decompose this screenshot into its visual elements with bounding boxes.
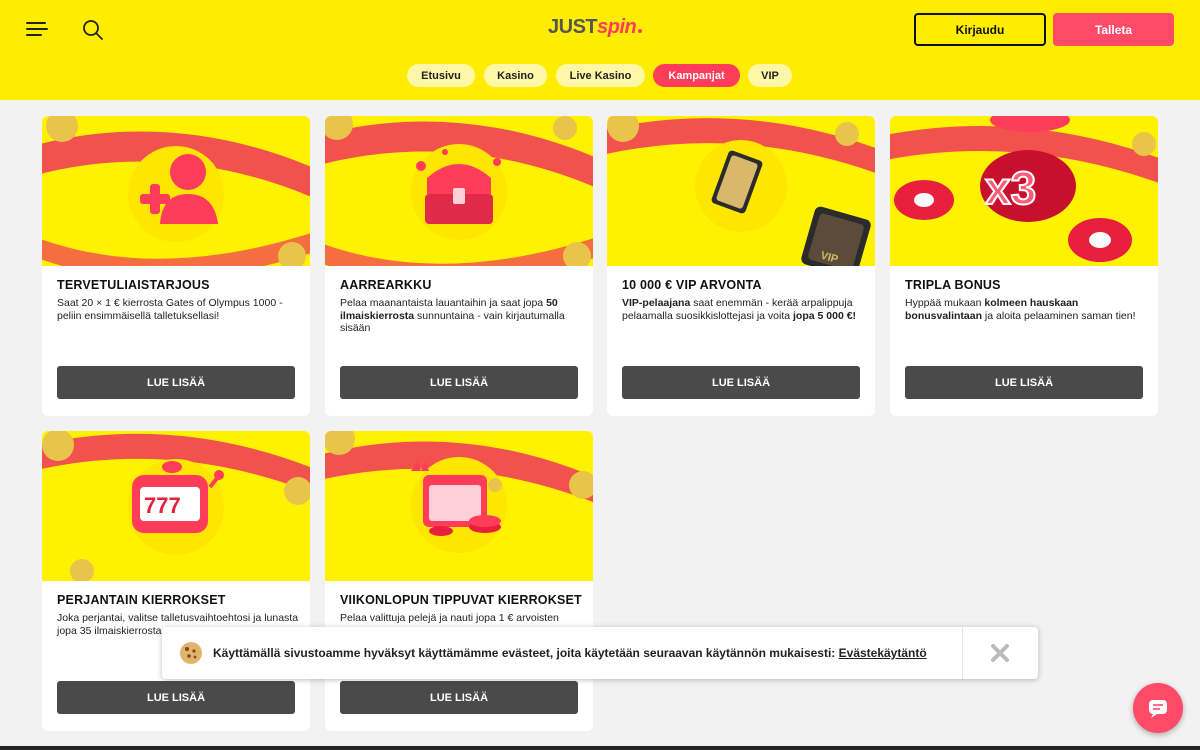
promo-description-part: ja aloita pelaaminen saman tien!: [982, 309, 1136, 322]
promo-title: VIIKONLOPUN TIPPUVAT KIERROKSET: [340, 593, 582, 607]
promo-image: [325, 431, 593, 581]
promo-image: x3: [890, 116, 1158, 266]
cookie-icon: [180, 642, 202, 664]
promo-title: TRIPLA BONUS: [905, 278, 1001, 292]
promo-title: 10 000 € VIP ARVONTA: [622, 278, 762, 292]
promo-description: Saat 20 × 1 € kierrosta Gates of Olympus…: [57, 297, 299, 322]
promo-description-part: Pelaa valittuja pelejä ja nauti jopa 1 €…: [340, 612, 559, 624]
x3-multiplier-icon: x3: [980, 150, 1076, 222]
promo-description-part: VIP-pelaajana: [622, 297, 691, 309]
cookie-message: Käyttämällä sivustoamme hyväksyt käyttäm…: [213, 646, 927, 660]
promo-card-triple-bonus: x3 TRIPLA BONUS Hyppää mukaan kolmeen ha…: [890, 116, 1158, 416]
svg-text:x3: x3: [985, 162, 1036, 214]
read-more-button[interactable]: LUE LISÄÄ: [57, 366, 295, 399]
nav-live-kasino[interactable]: Live Kasino: [556, 64, 645, 87]
nav-kampanjat[interactable]: Kampanjat: [653, 64, 740, 87]
header: JUST spin Kirjaudu Talleta Etusivu Kasino…: [0, 0, 1200, 100]
promo-card-vip-raffle: VIP 10 000 € VIP ARVONTA VIP-pelaajana s…: [607, 116, 875, 416]
cookie-policy-link[interactable]: Evästekäytäntö: [839, 646, 927, 660]
read-more-button[interactable]: LUE LISÄÄ: [905, 366, 1143, 399]
promo-card-treasure-chest: AARREARKKU Pelaa maanantaista lauantaihi…: [325, 116, 593, 416]
promo-image: 777: [42, 431, 310, 581]
read-more-button[interactable]: LUE LISÄÄ: [340, 681, 578, 714]
login-button[interactable]: Kirjaudu: [914, 13, 1046, 46]
close-icon[interactable]: [988, 641, 1012, 665]
cookie-banner: Käyttämällä sivustoamme hyväksyt käyttäm…: [162, 627, 1038, 679]
footer-edge: [0, 746, 1200, 750]
promo-card-weekend-spins: VIIKONLOPUN TIPPUVAT KIERROKSET Pelaa va…: [325, 431, 593, 731]
nav-kasino[interactable]: Kasino: [484, 64, 547, 87]
promo-card-friday-spins: 777 PERJANTAIN KIERROKSET Joka perjantai…: [42, 431, 310, 731]
chat-icon: [1149, 700, 1167, 718]
hamburger-menu-icon[interactable]: [26, 20, 48, 38]
promo-image: VIP: [607, 116, 875, 266]
promo-title: PERJANTAIN KIERROKSET: [57, 593, 226, 607]
cookie-divider: [962, 627, 963, 679]
promo-description: Pelaa maanantaista lauantaihin ja saat j…: [340, 297, 582, 335]
svg-text:777: 777: [144, 493, 181, 518]
category-nav: Etusivu Kasino Live Kasino Kampanjat VIP: [0, 64, 1200, 87]
promo-description: VIP-pelaajana saat enemmän - kerää arpal…: [622, 297, 864, 322]
promo-description-part: Pelaa maanantaista lauantaihin ja saat j…: [340, 297, 547, 309]
promo-title: AARREARKKU: [340, 278, 432, 292]
promo-card-welcome: TERVETULIAISTARJOUS Saat 20 × 1 € kierro…: [42, 116, 310, 416]
promo-description-part: jopa 5 000 €!: [793, 309, 857, 322]
promo-image: [42, 116, 310, 266]
promo-description-part: Saat 20 × 1 € kierrosta Gates of Olympus…: [57, 297, 283, 322]
nav-vip[interactable]: VIP: [748, 64, 792, 87]
deposit-button[interactable]: Talleta: [1053, 13, 1174, 46]
promo-description: Hyppää mukaan kolmeen hauskaan bonusvali…: [905, 297, 1147, 322]
nav-etusivu[interactable]: Etusivu: [407, 64, 475, 87]
vip-ticket-icon: VIP: [711, 150, 871, 266]
promo-title: TERVETULIAISTARJOUS: [57, 278, 210, 292]
read-more-button[interactable]: LUE LISÄÄ: [340, 366, 578, 399]
justspin-logo[interactable]: JUST spin: [548, 16, 643, 42]
promo-description-part: Hyppää mukaan: [905, 297, 985, 309]
search-icon[interactable]: [82, 19, 104, 41]
read-more-button[interactable]: LUE LISÄÄ: [622, 366, 860, 399]
promo-description: Pelaa valittuja pelejä ja nauti jopa 1 €…: [340, 612, 582, 625]
promo-image: [325, 116, 593, 266]
read-more-button[interactable]: LUE LISÄÄ: [57, 681, 295, 714]
chat-launcher-button[interactable]: [1133, 683, 1183, 733]
